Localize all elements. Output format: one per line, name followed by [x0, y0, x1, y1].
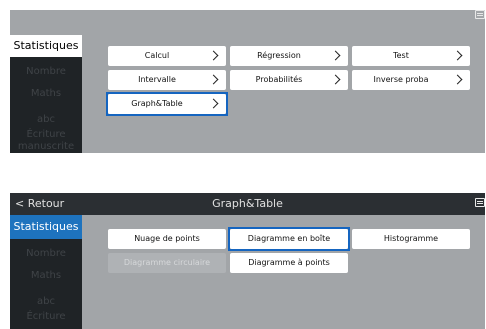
diagramme-circulaire-label: Diagramme circulaire [123, 258, 211, 267]
intervalle-label: Intervalle [138, 75, 176, 84]
probabilites-button[interactable]: Probabilités [230, 70, 348, 90]
calcul-button[interactable]: Calcul [108, 46, 226, 66]
intervalle-button[interactable]: Intervalle [108, 70, 226, 90]
keyboard-icon[interactable] [475, 198, 485, 207]
calcul-label: Calcul [144, 51, 170, 60]
inverse-proba-label: Inverse proba [373, 75, 429, 84]
category-sidebar: Statistiques Nombre Maths abc Écriture m… [10, 35, 82, 153]
keyboard-panel-main: Statistiques Nombre Maths abc Écriture m… [10, 10, 485, 153]
sidebar-item-maths[interactable]: Maths [10, 88, 82, 100]
regression-button[interactable]: Régression [230, 46, 348, 66]
selection-highlight [106, 92, 228, 116]
probabilites-label: Probabilités [255, 75, 303, 84]
chevron-right-icon [452, 50, 463, 61]
sidebar-item-statistiques[interactable]: Statistiques [10, 215, 82, 239]
keyboard-icon[interactable] [475, 10, 485, 19]
diagramme-a-points-button[interactable]: Diagramme à points [230, 253, 348, 273]
regression-label: Régression [257, 51, 301, 60]
submenu-header: < Retour Graph&Table [10, 193, 485, 215]
sidebar-item-ecriture[interactable]: Écriture [10, 311, 82, 323]
inverse-proba-button[interactable]: Inverse proba [352, 70, 470, 90]
chevron-right-icon [330, 50, 341, 61]
sidebar-item-abc[interactable]: abc [10, 296, 82, 308]
category-sidebar: Statistiques Nombre Maths abc Écriture [10, 215, 82, 329]
sidebar-item-nombre[interactable]: Nombre [10, 248, 82, 260]
diagramme-circulaire-button: Diagramme circulaire [108, 253, 226, 273]
chevron-right-icon [452, 74, 463, 85]
keyboard-panel-graph-table: < Retour Graph&Table Statistiques Nombre… [10, 193, 485, 329]
selection-highlight [228, 227, 350, 251]
histogramme-button[interactable]: Histogramme [352, 229, 470, 249]
sidebar-item-maths[interactable]: Maths [10, 270, 82, 282]
test-label: Test [393, 51, 409, 60]
nuage-de-points-button[interactable]: Nuage de points [108, 229, 226, 249]
chevron-right-icon [208, 50, 219, 61]
sidebar-item-ecriture-manuscrite[interactable]: Écriture manuscrite [13, 129, 79, 153]
sidebar-item-abc[interactable]: abc [10, 114, 82, 126]
histogramme-label: Histogramme [383, 234, 439, 243]
test-button[interactable]: Test [352, 46, 470, 66]
chevron-right-icon [208, 74, 219, 85]
submenu-title: Graph&Table [212, 197, 283, 210]
sidebar-item-nombre[interactable]: Nombre [10, 66, 82, 78]
sidebar-item-statistiques[interactable]: Statistiques [10, 35, 82, 57]
nuage-de-points-label: Nuage de points [134, 234, 200, 243]
diagramme-a-points-label: Diagramme à points [248, 258, 330, 267]
chevron-right-icon [330, 74, 341, 85]
